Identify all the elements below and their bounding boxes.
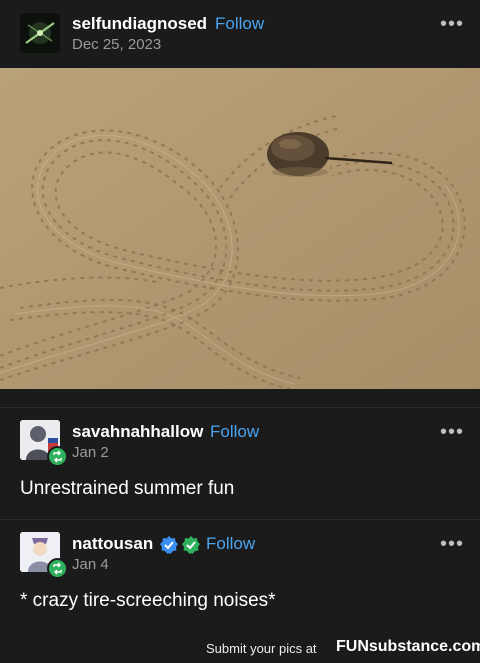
more-horizontal-icon[interactable]: ••• [440, 14, 464, 34]
reblog-date: Jan 4 [72, 556, 109, 573]
post-username[interactable]: selfundiagnosed [72, 14, 207, 34]
reblog-date: Jan 2 [72, 444, 109, 461]
reblog-follow-button[interactable]: Follow [210, 422, 259, 442]
reblog-username[interactable]: nattousan [72, 534, 153, 554]
post-header: selfundiagnosed Follow Dec 25, 2023 ••• [0, 0, 480, 68]
reblog-icon [47, 446, 68, 467]
avatar[interactable] [20, 13, 60, 53]
post-date: Dec 25, 2023 [72, 36, 162, 53]
divider [0, 407, 480, 408]
reblog-username[interactable]: savahnahhallow [72, 422, 203, 442]
reblog-text: Unrestrained summer fun [20, 478, 235, 499]
verified-badge-icon [160, 536, 178, 554]
verified-green-badge-icon [182, 536, 200, 554]
avatar-image [20, 13, 60, 53]
reblog-text: * crazy tire-screeching noises* [20, 590, 276, 611]
post-photo [0, 68, 480, 389]
reblog-follow-button[interactable]: Follow [206, 534, 255, 554]
more-horizontal-icon[interactable]: ••• [440, 534, 464, 554]
reblog-icon [47, 558, 68, 579]
more-horizontal-icon[interactable]: ••• [440, 422, 464, 442]
horseshoe-crab-tracks-image [0, 68, 480, 389]
divider [0, 519, 480, 520]
post-follow-button[interactable]: Follow [215, 14, 264, 34]
footer-text: Submit your pics at [206, 641, 317, 656]
footer-brand[interactable]: FUNsubstance.com [336, 638, 480, 656]
watermark-footer: Submit your pics at FUNsubstance.com [0, 633, 480, 663]
